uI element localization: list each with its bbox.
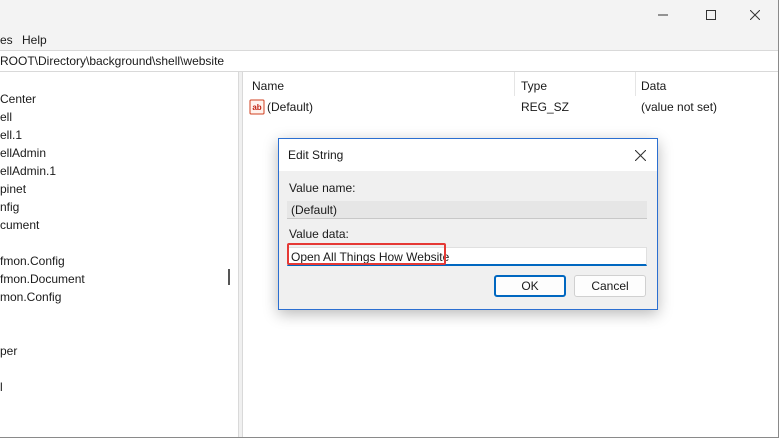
minimize-button[interactable] xyxy=(640,0,686,30)
value-name-field: (Default) xyxy=(287,201,647,219)
registry-editor-window: es Help ROOT\Directory\background\shell\… xyxy=(0,0,779,438)
minimize-icon xyxy=(658,14,668,16)
column-header-name[interactable]: Name xyxy=(252,72,284,96)
close-icon xyxy=(750,10,760,20)
maximize-icon xyxy=(706,10,716,20)
dialog-body: Value name: (Default) Value data: Open A… xyxy=(279,171,657,309)
ok-button[interactable]: OK xyxy=(494,275,566,297)
tree-item[interactable]: pinet xyxy=(0,182,26,196)
value-data-label: Value data: xyxy=(289,227,349,241)
tree-item[interactable]: cument xyxy=(0,218,39,232)
tree-item[interactable]: Center xyxy=(0,92,36,106)
menu-item-favorites[interactable]: es xyxy=(0,33,13,47)
maximize-button[interactable] xyxy=(688,0,734,30)
column-separator[interactable] xyxy=(635,72,636,96)
close-window-button[interactable] xyxy=(732,0,778,30)
tree-scroll-grip[interactable] xyxy=(228,269,230,285)
value-data-input[interactable]: Open All Things How Website xyxy=(287,247,647,266)
menu-bar: es Help xyxy=(0,30,778,50)
column-separator[interactable] xyxy=(514,72,515,96)
key-tree[interactable]: Center ell ell.1 ellAdmin ellAdmin.1 pin… xyxy=(0,72,238,437)
close-icon xyxy=(634,149,646,161)
value-name: (Default) xyxy=(267,100,314,114)
column-header-type[interactable]: Type xyxy=(521,72,547,96)
dialog-title-bar[interactable]: Edit String xyxy=(279,139,657,171)
column-header-data[interactable]: Data xyxy=(641,72,666,96)
value-data: (value not set) xyxy=(641,100,718,114)
title-bar[interactable] xyxy=(0,0,778,30)
tree-item[interactable]: fmon.Config xyxy=(0,254,65,268)
dialog-title: Edit String xyxy=(288,148,344,162)
edit-string-dialog: Edit String Value name: (Default) Value … xyxy=(278,138,658,310)
tree-item[interactable]: mon.Config xyxy=(0,290,61,304)
string-value-icon: ab xyxy=(249,99,265,115)
tree-item[interactable]: ell xyxy=(0,110,12,124)
tree-item[interactable]: ell.1 xyxy=(0,128,22,142)
tree-item[interactable]: l xyxy=(0,380,3,394)
tree-item[interactable]: ellAdmin xyxy=(0,146,46,160)
svg-text:ab: ab xyxy=(252,103,261,112)
tree-item[interactable]: nfig xyxy=(0,200,19,214)
cancel-button[interactable]: Cancel xyxy=(574,275,646,297)
value-type: REG_SZ xyxy=(521,100,570,114)
dialog-close-button[interactable] xyxy=(629,144,651,166)
menu-item-help[interactable]: Help xyxy=(22,33,47,47)
tree-item[interactable]: ellAdmin.1 xyxy=(0,164,56,178)
tree-item[interactable]: per xyxy=(0,344,17,358)
address-bar[interactable]: ROOT\Directory\background\shell\website xyxy=(0,50,778,72)
value-name-label: Value name: xyxy=(289,181,356,195)
tree-item[interactable]: fmon.Document xyxy=(0,272,85,286)
address-path[interactable]: ROOT\Directory\background\shell\website xyxy=(0,54,224,68)
